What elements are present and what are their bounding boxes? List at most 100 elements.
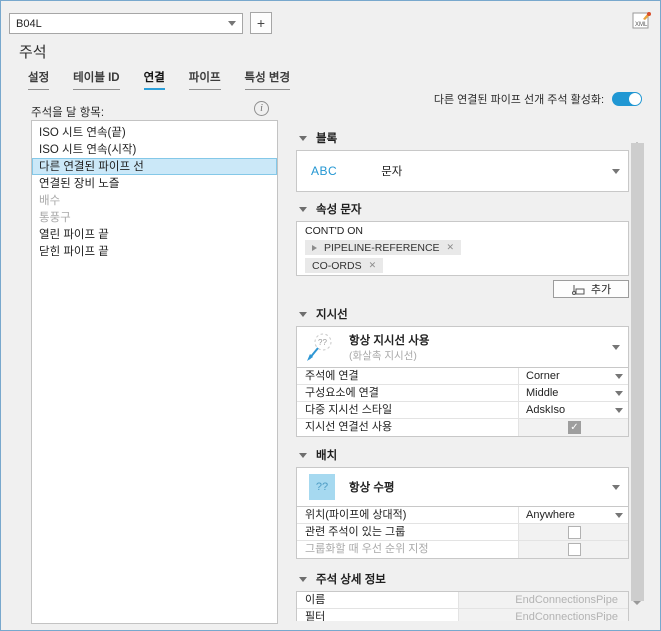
group-priority-checkbox[interactable] bbox=[568, 543, 581, 556]
attribute-tag-label: PIPELINE-REFERENCE bbox=[324, 241, 440, 254]
tab-bar: 설정 테이블 ID 연결 파이프 특성 변경 bbox=[28, 69, 291, 90]
dropdown-value: Anywhere bbox=[526, 509, 575, 521]
dropdown-value: Middle bbox=[526, 387, 559, 399]
tab-connection[interactable]: 연결 bbox=[143, 69, 165, 90]
annotation-properties-panel: 블록 ABC 문자 속성 문자 CONT'D ON PIPELINE-REFER… bbox=[296, 127, 629, 621]
leader-mode-subtext: (화살촉 지시선) bbox=[349, 349, 417, 362]
chevron-down-icon bbox=[612, 344, 620, 350]
toggle-label: 다른 연결된 파이프 선개 주석 활성화: bbox=[433, 94, 604, 106]
page-title: 주석 bbox=[19, 44, 47, 61]
expand-icon[interactable] bbox=[312, 244, 317, 251]
attach-to-component-dropdown[interactable]: Middle bbox=[518, 385, 628, 401]
use-leader-landing-checkbox[interactable]: ✓ bbox=[568, 421, 581, 434]
attribute-tag[interactable]: CO-ORDS ✕ bbox=[305, 258, 384, 273]
attach-to-annotation-dropdown[interactable]: Corner bbox=[518, 368, 628, 384]
remove-icon[interactable]: ✕ bbox=[369, 260, 377, 271]
placement-settings-grid: 위치(파이프에 상대적) Anywhere 관련 주석이 있는 그룹 그룹화할 … bbox=[296, 507, 629, 559]
list-item-selected[interactable]: 다른 연결된 파이프 선 bbox=[32, 158, 277, 175]
setting-row: 구성요소에 연결 Middle bbox=[297, 385, 628, 402]
section-details-header[interactable]: 주석 상세 정보 bbox=[299, 571, 629, 587]
svg-text:XML: XML bbox=[635, 22, 648, 28]
use-leader-landing-cell: ✓ bbox=[518, 419, 628, 436]
collapse-icon bbox=[299, 206, 307, 212]
section-attributes-header[interactable]: 속성 문자 bbox=[299, 201, 629, 217]
chevron-down-icon bbox=[615, 373, 623, 379]
scrollbar-thumb[interactable] bbox=[631, 143, 644, 601]
detail-label: 이름 bbox=[305, 594, 326, 606]
list-item[interactable]: ISO 시트 연속(시작) bbox=[32, 141, 277, 158]
setting-label: 구성요소에 연결 bbox=[305, 387, 379, 399]
tab-property-change[interactable]: 특성 변경 bbox=[244, 69, 291, 90]
detail-filter-value: EndConnectionsPipe bbox=[458, 609, 628, 621]
chevron-down-icon bbox=[612, 168, 620, 174]
group-related-cell bbox=[518, 524, 628, 540]
setting-row: 그룹화할 때 우선 순위 지정 bbox=[297, 541, 628, 558]
edit-xml-button[interactable]: XML bbox=[631, 10, 652, 31]
section-block-header[interactable]: 블록 bbox=[299, 130, 629, 146]
tab-pipe[interactable]: 파이프 bbox=[188, 69, 221, 90]
right-panel-scrollbar[interactable] bbox=[631, 127, 644, 617]
section-title: 지시선 bbox=[316, 309, 348, 321]
annotate-items-label: 주석을 달 항목: bbox=[31, 107, 105, 119]
list-item[interactable]: 닫힌 파이프 끝 bbox=[32, 243, 277, 260]
dropdown-value: AdskIso bbox=[526, 404, 566, 416]
project-selector-value: B04L bbox=[16, 17, 42, 30]
mleader-style-dropdown[interactable]: AdskIso bbox=[518, 402, 628, 418]
leader-mode-dropdown[interactable]: ?? 항상 지시선 사용 (화살촉 지시선) bbox=[296, 326, 629, 368]
placement-mode-value: 항상 수평 bbox=[349, 482, 395, 494]
section-leader-header[interactable]: 지시선 bbox=[299, 306, 629, 322]
setting-row: 지시선 연결선 사용 ✓ bbox=[297, 419, 628, 436]
placement-mode-dropdown[interactable]: ?? 항상 수평 bbox=[296, 467, 629, 507]
setting-label: 관련 주석이 있는 그룹 bbox=[305, 526, 406, 538]
tab-settings[interactable]: 설정 bbox=[28, 69, 50, 90]
attribute-list: CONT'D ON PIPELINE-REFERENCE ✕ CO-ORDS ✕ bbox=[296, 221, 629, 276]
setting-row: 위치(파이프에 상대적) Anywhere bbox=[297, 507, 628, 524]
attribute-tag-label: CO-ORDS bbox=[312, 259, 362, 272]
setting-row: 다중 지시선 스타일 AdskIso bbox=[297, 402, 628, 419]
setting-row: 관련 주석이 있는 그룹 bbox=[297, 524, 628, 541]
collapse-icon bbox=[299, 452, 307, 458]
setting-label: 주석에 연결 bbox=[305, 370, 359, 382]
scroll-up-icon[interactable] bbox=[633, 130, 642, 146]
list-item[interactable]: 통풍구 bbox=[32, 209, 277, 226]
leader-mode-value: 항상 지시선 사용 bbox=[349, 334, 430, 347]
chevron-down-icon bbox=[612, 484, 620, 490]
list-item[interactable]: 열린 파이프 끝 bbox=[32, 226, 277, 243]
list-item[interactable]: 연결된 장비 노즐 bbox=[32, 175, 277, 192]
tab-table-id[interactable]: 테이블 ID bbox=[73, 69, 120, 90]
remove-icon[interactable]: ✕ bbox=[447, 242, 455, 253]
block-style-dropdown[interactable]: ABC 문자 bbox=[296, 150, 629, 192]
position-dropdown[interactable]: Anywhere bbox=[518, 507, 628, 523]
section-placement-header[interactable]: 배치 bbox=[299, 447, 629, 463]
detail-row: 필터 EndConnectionsPipe bbox=[297, 609, 628, 621]
add-attribute-button[interactable]: 추가 bbox=[553, 280, 629, 298]
setting-label: 그룹화할 때 우선 순위 지정 bbox=[305, 543, 429, 555]
dropdown-value: Corner bbox=[526, 370, 560, 382]
instrument-icon bbox=[571, 284, 585, 295]
detail-name-value: EndConnectionsPipe bbox=[458, 592, 628, 608]
list-item[interactable]: 배수 bbox=[32, 192, 277, 209]
detail-row: 이름 EndConnectionsPipe bbox=[297, 592, 628, 609]
details-grid: 이름 EndConnectionsPipe 필터 EndConnectionsP… bbox=[296, 591, 629, 621]
placement-icon: ?? bbox=[309, 474, 335, 500]
setting-label: 지시선 연결선 사용 bbox=[305, 421, 393, 433]
text-style-icon: ABC bbox=[311, 164, 338, 178]
toggle-knob bbox=[629, 93, 641, 105]
enable-annotation-toggle[interactable] bbox=[612, 92, 642, 106]
add-annotation-type-button[interactable]: + bbox=[250, 12, 272, 34]
attribute-static-item: CONT'D ON bbox=[305, 225, 364, 237]
attribute-tag[interactable]: PIPELINE-REFERENCE ✕ bbox=[305, 240, 462, 255]
project-selector[interactable]: B04L bbox=[9, 13, 243, 34]
setting-label: 다중 지시선 스타일 bbox=[305, 404, 393, 416]
collapse-icon bbox=[299, 311, 307, 317]
info-icon[interactable]: i bbox=[254, 101, 269, 116]
chevron-down-icon bbox=[615, 512, 623, 518]
section-title: 배치 bbox=[316, 450, 338, 462]
group-related-checkbox[interactable] bbox=[568, 525, 581, 539]
scroll-down-icon[interactable] bbox=[633, 601, 642, 617]
setting-row: 주석에 연결 Corner bbox=[297, 368, 628, 385]
chevron-down-icon bbox=[228, 21, 236, 26]
list-item[interactable]: ISO 시트 연속(끝) bbox=[32, 124, 277, 141]
chevron-down-icon bbox=[615, 390, 623, 396]
xml-edit-icon: XML bbox=[632, 12, 651, 29]
